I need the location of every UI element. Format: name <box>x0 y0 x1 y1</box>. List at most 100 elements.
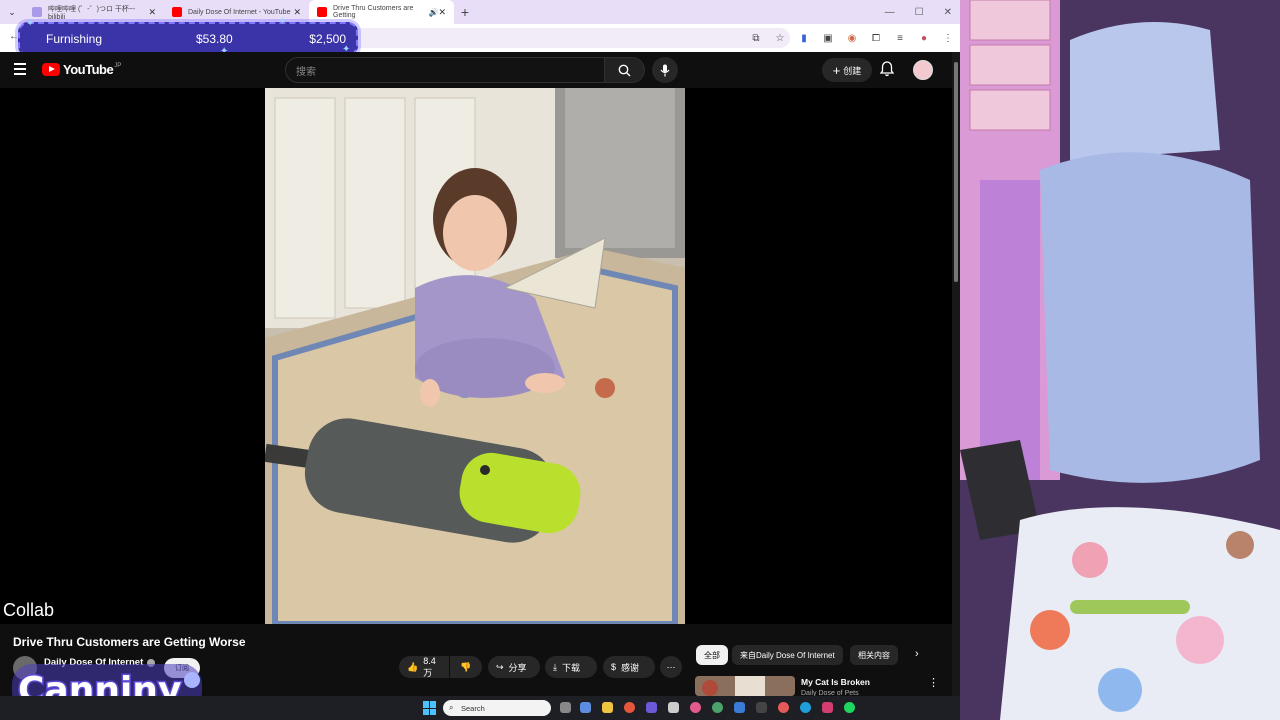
minimize-icon[interactable]: — <box>885 7 895 18</box>
search-icon <box>618 64 631 76</box>
taskbar-search[interactable]: ⌕ Search <box>443 700 551 716</box>
tab-title: Daily Dose Of Internet - YouTube <box>188 8 291 16</box>
region-code: JP <box>114 62 122 69</box>
extensions-puzzle-icon[interactable]: ⧠ <box>870 32 882 44</box>
media-control-icon[interactable]: ≡ <box>894 32 906 44</box>
browser-icon[interactable] <box>778 702 789 713</box>
discord-icon[interactable] <box>646 702 657 713</box>
video-player[interactable]: Collab <box>0 88 952 624</box>
recommendation-title[interactable]: My Cat Is Broken <box>801 677 870 687</box>
collab-overlay-text: Collab <box>3 600 55 620</box>
tab-title: 哔哩哔哩 (゜-゜)つロ 干杯~-bilibili <box>48 5 136 21</box>
thumbs-up-icon: 👍 <box>407 661 419 672</box>
recommendation-thumbnail[interactable] <box>695 676 795 696</box>
tab-search-dropdown[interactable]: ⌄ <box>0 0 24 24</box>
youtube-header: YouTube JP 搜索 + 创建 <box>0 52 952 88</box>
like-button[interactable]: 👍 8.4万 <box>399 656 449 678</box>
chip-all[interactable]: 全部 <box>696 645 728 665</box>
youtube-favicon-icon <box>317 7 327 17</box>
chrome-canary-icon[interactable] <box>690 702 701 713</box>
page-scrollbar[interactable] <box>952 52 960 696</box>
chrome-icon[interactable] <box>624 702 635 713</box>
like-count: 8.4万 <box>423 655 436 678</box>
copilot-icon[interactable] <box>580 702 591 713</box>
download-button[interactable]: ⤓ 下载 <box>545 656 597 678</box>
plus-icon: + <box>832 62 841 78</box>
more-vertical-icon[interactable]: ⋮ <box>928 676 939 689</box>
new-tab-button[interactable]: + <box>454 4 476 20</box>
youtube-logo-text: YouTube <box>63 62 114 77</box>
hamburger-menu-icon[interactable] <box>14 63 26 75</box>
thanks-icon: $ <box>611 662 617 672</box>
tab-strip: ⌄ 哔哩哔哩 (゜-゜)つロ 干杯~-bilibili ✕ Daily Dose… <box>0 0 960 24</box>
tab-title: Drive Thru Customers are Getting <box>333 5 414 19</box>
close-icon[interactable]: ✕ <box>438 7 446 18</box>
chevron-right-icon[interactable]: › <box>915 648 919 660</box>
thanks-button[interactable]: $ 感谢 <box>603 656 655 678</box>
spotify-icon[interactable] <box>844 702 855 713</box>
steam-icon[interactable] <box>734 702 745 713</box>
furnishing-goal: $2,500 <box>309 32 346 46</box>
dislike-button[interactable]: 👎 <box>450 656 482 678</box>
youtube-logo[interactable]: YouTube JP <box>42 62 121 77</box>
window-controls: — ☐ ✕ <box>885 0 952 24</box>
task-view-icon[interactable] <box>560 702 571 713</box>
tab-bilibili[interactable]: 哔哩哔哩 (゜-゜)つロ 干杯~-bilibili ✕ <box>24 0 164 24</box>
file-explorer-icon[interactable] <box>602 702 613 713</box>
profile-icon[interactable]: ● <box>918 32 930 44</box>
bilibili-favicon-icon <box>32 7 42 17</box>
browser-window: ⌄ 哔哩哔哩 (゜-゜)つロ 干杯~-bilibili ✕ Daily Dose… <box>0 0 960 720</box>
extension-icon[interactable]: ▣ <box>822 32 834 44</box>
thumbnail-image <box>695 676 795 696</box>
search-button[interactable] <box>605 57 645 83</box>
youtube-play-icon <box>42 63 60 76</box>
furnishing-price: $53.80 <box>196 32 233 46</box>
video-frame[interactable] <box>265 88 685 624</box>
furnishing-goal-overlay: ✦ ✦ ✦ ✦ Furnishing $53.80 $2,500 <box>18 16 358 57</box>
tab-daily-dose[interactable]: Daily Dose Of Internet - YouTube ✕ <box>164 0 309 24</box>
scrollbar-thumb[interactable] <box>954 62 958 282</box>
chip-from-channel[interactable]: 来自Daily Dose Of Internet <box>732 645 843 665</box>
download-label: 下载 <box>561 662 580 673</box>
share-button[interactable]: ↪ 分享 <box>488 656 540 678</box>
chip-related[interactable]: 相关内容 <box>850 645 898 665</box>
audio-icon[interactable]: 🔊 <box>428 8 438 17</box>
windows-start-icon[interactable] <box>423 701 437 715</box>
youtube-favicon-icon <box>172 7 182 17</box>
close-icon[interactable]: ✕ <box>293 7 301 18</box>
search-input[interactable]: 搜索 <box>285 57 605 83</box>
extension-icon[interactable]: ◉ <box>846 32 858 44</box>
notifications-bell-icon[interactable] <box>879 61 895 82</box>
video-content-image <box>265 88 685 624</box>
more-actions-button[interactable]: ⋯ <box>660 656 682 678</box>
create-button[interactable]: + 创建 <box>822 58 872 82</box>
close-icon[interactable]: ✕ <box>148 7 156 18</box>
extension-icon[interactable]: ▮ <box>798 32 810 44</box>
close-window-icon[interactable]: ✕ <box>944 7 952 18</box>
taskbar-search-label: Search <box>461 703 485 713</box>
voice-search-button[interactable] <box>652 57 678 83</box>
download-icon: ⤓ <box>553 661 557 672</box>
edge-icon[interactable] <box>800 702 811 713</box>
create-label: 创建 <box>843 65 862 76</box>
bookmark-star-icon[interactable]: ☆ <box>774 32 786 44</box>
more-horizontal-icon: ⋯ <box>666 661 676 672</box>
obs-icon[interactable] <box>756 702 767 713</box>
sparkle-icon: ✦ <box>278 16 287 27</box>
thumbs-down-icon: 👎 <box>460 661 472 672</box>
install-app-icon[interactable]: ⧉ <box>750 32 762 44</box>
sparkle-icon: ✦ <box>26 18 35 29</box>
menu-kebab-icon[interactable]: ⋮ <box>942 32 954 44</box>
toolbar-icons: ⧉ ☆ ▮ ▣ ◉ ⧠ ≡ ● ⋮ <box>750 24 954 52</box>
microphone-icon <box>660 64 670 76</box>
account-avatar[interactable] <box>913 60 933 80</box>
chrome-profile-icon[interactable] <box>712 702 723 713</box>
maximize-icon[interactable]: ☐ <box>915 7 924 18</box>
capcut-icon[interactable] <box>822 702 833 713</box>
windows-taskbar: ⌕ Search <box>0 696 960 720</box>
furnishing-label: Furnishing <box>46 32 103 46</box>
search-icon: ⌕ <box>449 703 454 712</box>
video-title: Drive Thru Customers are Getting Worse <box>13 635 246 649</box>
tab-drive-thru[interactable]: Drive Thru Customers are Getting 🔊 ✕ <box>309 0 454 24</box>
app-icon[interactable] <box>668 702 679 713</box>
